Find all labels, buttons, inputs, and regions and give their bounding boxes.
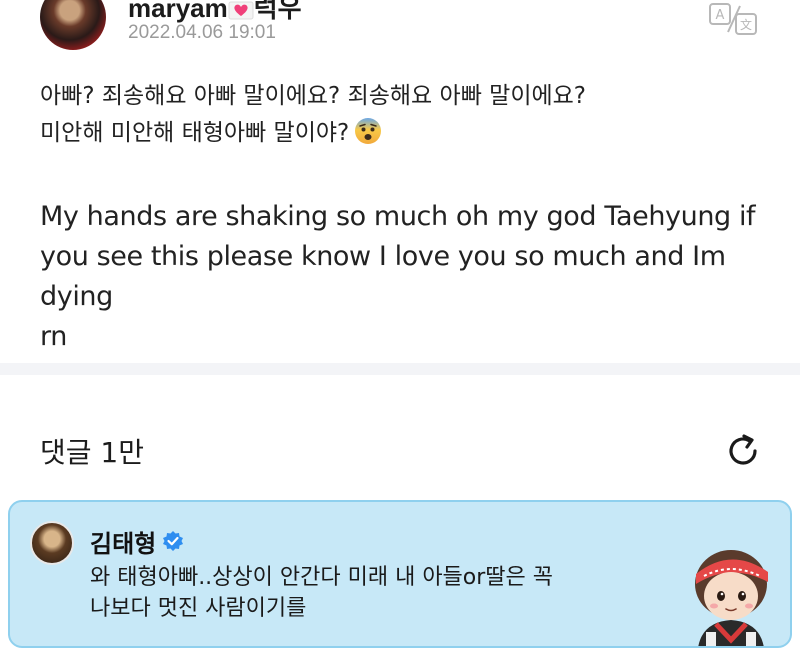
post-header: maryam 럭우 2022.04.06 19:01 A 文 [0, 0, 800, 70]
author-name-text: maryam [128, 0, 228, 23]
heart-envelope-icon [228, 1, 254, 20]
author-name-suffix: 럭우 [253, 0, 302, 23]
author-avatar[interactable] [40, 0, 106, 50]
post-line: My hands are shaking so much oh my god T… [40, 201, 756, 232]
svg-text:文: 文 [740, 17, 752, 32]
post-timestamp: 2022.04.06 19:01 [128, 22, 276, 43]
character-sticker-icon [695, 550, 768, 646]
post-line-with-emoji: 미안해 미안해 태형아빠 말이야? [40, 115, 780, 152]
pinned-comment[interactable]: 김태형 와 태형아빠..상상이 안간다 미래 내 아들or딸은 꼭 나보다 멋진… [8, 500, 792, 648]
comment-line: 나보다 멋진 사람이기를 [90, 596, 307, 621]
post-line: 아빠? 죄송해요 아빠 말이에요? 죄송해요 아빠 말이에요? [40, 83, 587, 109]
anxious-face-emoji-icon [355, 118, 382, 144]
post-line: you see this please know I love you so m… [40, 241, 726, 312]
comment-line: 와 태형아빠..상상이 안간다 미래 내 아들or딸은 꼭 [90, 565, 554, 590]
verified-badge-icon [163, 531, 183, 551]
commenter-name[interactable]: 김태형 [90, 524, 156, 559]
post-body-korean: 아빠? 죄송해요 아빠 말이에요? 죄송해요 아빠 말이에요? 미안해 미안해 … [40, 78, 780, 152]
post-line: rn [40, 321, 67, 352]
comments-count: 댓글 1만 [40, 436, 144, 469]
commenter-avatar[interactable] [30, 521, 74, 565]
refresh-icon[interactable] [722, 430, 764, 472]
post-body-english: My hands are shaking so much oh my god T… [40, 197, 780, 357]
translate-icon[interactable]: A 文 [706, 2, 760, 36]
post-line: 미안해 미안해 태형아빠 말이야? [40, 120, 350, 146]
comment-text: 와 태형아빠..상상이 안간다 미래 내 아들or딸은 꼭 나보다 멋진 사람이… [90, 562, 630, 624]
svg-text:A: A [716, 8, 725, 23]
section-divider [0, 363, 800, 375]
comments-header: 댓글 1만 [0, 375, 800, 495]
